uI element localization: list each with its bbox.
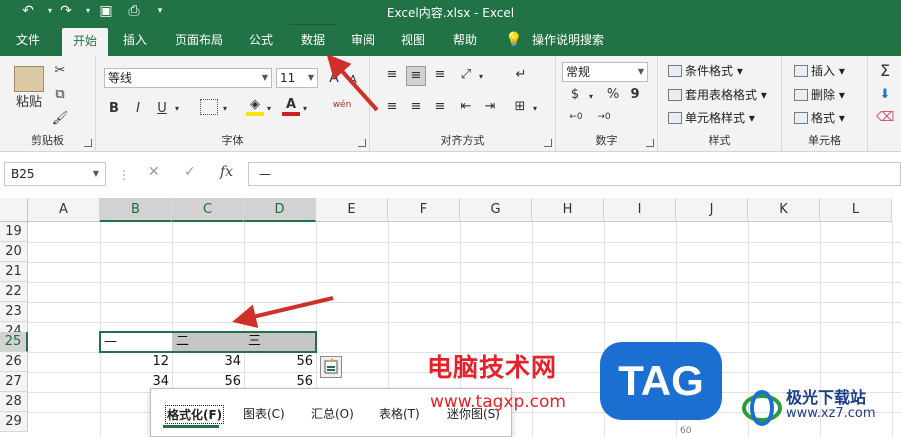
arrow-to-selection [232,296,334,328]
watermark-xz7: 极光下载站 www.xz7.com [738,380,898,436]
watermark-xz7-name: 极光下载站 [786,388,867,407]
watermark-xz7-url: www.xz7.com [786,406,876,421]
aurora-logo-icon [742,390,782,426]
watermark-site-name: 电脑技术网 [427,353,558,382]
watermark-logo: TAG [600,342,722,420]
watermark-site-url: www.tagxp.com [430,392,566,412]
arrow-to-data-tab [326,54,379,112]
